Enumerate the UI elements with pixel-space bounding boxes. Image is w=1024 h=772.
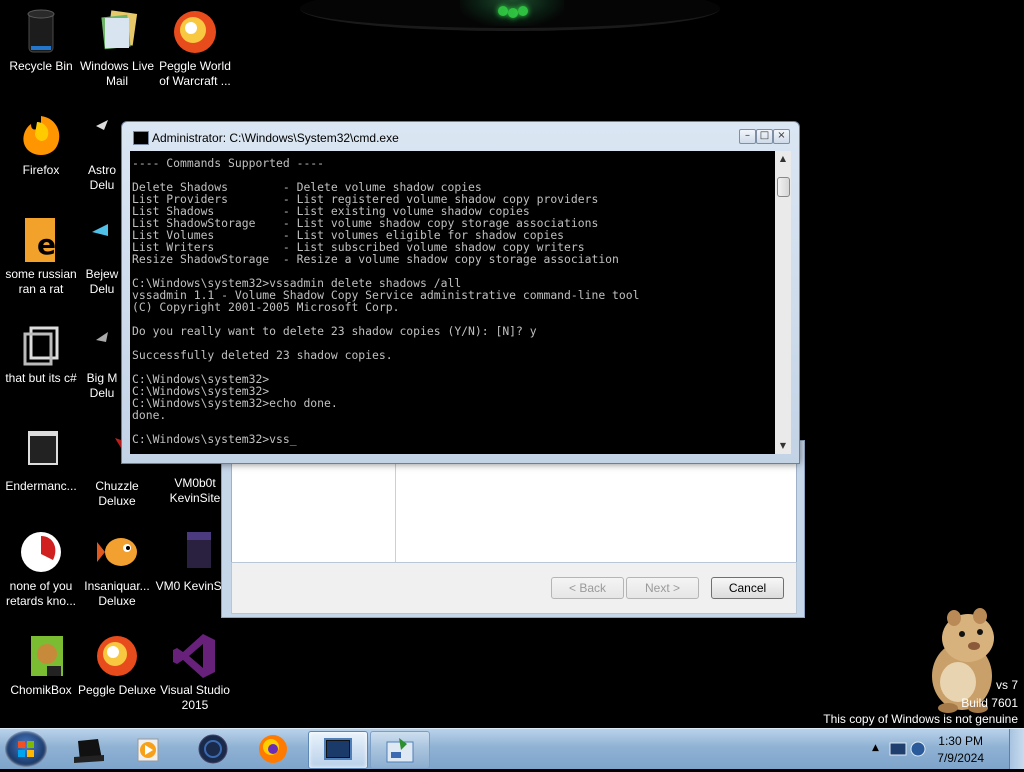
green-light xyxy=(518,6,528,16)
desktop-icon-firefox[interactable]: Firefox xyxy=(0,112,82,178)
gem-icon xyxy=(82,216,122,264)
cmd-icon xyxy=(324,738,352,760)
desktop-icon-label: Recycle Bin xyxy=(9,59,73,73)
desktop-icon-label: some russian ran a rat xyxy=(5,267,77,296)
tray-expand-icon[interactable]: ▲ xyxy=(872,743,879,753)
desktop-icon-endermanc[interactable]: Endermanc... xyxy=(0,428,82,494)
back-button[interactable]: < Back xyxy=(551,577,624,599)
scroll-up-icon[interactable]: ▲ xyxy=(775,151,791,167)
desktop-icon-astro[interactable]: Astro Delu xyxy=(82,112,122,193)
tray-icons[interactable] xyxy=(888,739,928,761)
windows-version-text: vs 7 xyxy=(995,678,1018,692)
vertical-scrollbar[interactable]: ▲ ▼ xyxy=(775,151,791,454)
windows-build-text: Build 7601 xyxy=(961,696,1018,710)
desktop-icon-label: Astro Delu xyxy=(87,163,116,192)
file-icon: e xyxy=(17,216,65,264)
setup-wizard-icon xyxy=(386,738,414,763)
cmd-window[interactable]: Administrator: C:\Windows\System32\cmd.e… xyxy=(121,121,800,464)
maximize-button[interactable]: □ xyxy=(756,129,773,144)
desktop-icon-label: ChomikBox xyxy=(10,683,72,697)
game-icon xyxy=(82,112,122,160)
desktop-icon-label: Chuzzle Deluxe xyxy=(95,479,139,508)
scroll-thumb[interactable] xyxy=(777,177,790,197)
desktop-icon-label: Big M Delu xyxy=(86,371,118,400)
desktop-icon-recycle-bin[interactable]: Recycle Bin xyxy=(0,8,82,74)
clock-date: 7/9/2024 xyxy=(937,751,984,765)
desktop-icon-peggle-deluxe[interactable]: Peggle Deluxe xyxy=(76,632,158,698)
monitor-icon xyxy=(74,739,104,763)
taskbar-item-cmd[interactable] xyxy=(308,731,368,769)
taskbar-item-firefox[interactable] xyxy=(244,731,302,767)
desktop-icon-insaniquarium[interactable]: Insaniquar... Deluxe xyxy=(76,528,158,609)
taskbar-item-recycle[interactable] xyxy=(60,731,118,767)
desktop-icon-windows-live-mail[interactable]: Windows Live Mail xyxy=(76,8,158,89)
hamster-box-icon xyxy=(17,632,65,680)
desktop-icon-label: Firefox xyxy=(22,163,60,177)
clock-time: 1:30 PM xyxy=(938,734,983,748)
mail-icon xyxy=(93,8,141,56)
desktop-icon-label: that but its c# xyxy=(5,371,77,385)
window-title: Administrator: C:\Windows\System32\cmd.e… xyxy=(152,131,399,145)
visual-studio-icon xyxy=(171,632,219,680)
desktop-icon-label: Windows Live Mail xyxy=(79,59,155,88)
desktop-icon-label: Peggle Deluxe xyxy=(77,683,157,697)
desktop-icon-label: Visual Studio 2015 xyxy=(160,683,230,712)
wizard-button-row: < Back Next > Cancel xyxy=(231,562,797,614)
file-icon xyxy=(171,528,219,576)
cancel-button[interactable]: Cancel xyxy=(711,577,784,599)
clock[interactable]: 1:30 PM 7/9/2024 xyxy=(937,733,984,767)
firefox-icon xyxy=(259,735,287,763)
start-button[interactable] xyxy=(5,731,47,767)
system-tray: ▲ 1:30 PM 7/9/2024 xyxy=(864,729,1024,769)
next-button[interactable]: Next > xyxy=(626,577,699,599)
firefox-icon xyxy=(17,112,65,160)
media-player-icon xyxy=(137,738,159,762)
peggle-icon xyxy=(171,8,219,56)
window-icon xyxy=(17,428,65,476)
windows-logo-icon xyxy=(18,741,34,757)
peggle-icon xyxy=(93,632,141,680)
svg-text:e: e xyxy=(37,228,56,261)
desktop-icon-label: Peggle World of Warcraft ... xyxy=(159,59,231,88)
desktop-icon-big-m[interactable]: Big M Delu xyxy=(82,320,122,401)
console-output[interactable]: ---- Commands Supported ---- Delete Shad… xyxy=(130,151,775,454)
desktop-icon-none-of-you[interactable]: none of you retards kno... xyxy=(0,528,82,609)
green-light xyxy=(508,8,518,18)
show-desktop-button[interactable] xyxy=(1009,729,1024,769)
desktop-icon-label: Endermanc... xyxy=(5,479,77,493)
app-icon xyxy=(17,528,65,576)
desktop-icon-that-but-its-c[interactable]: that but its c# xyxy=(0,320,82,386)
taskbar-item-browser[interactable] xyxy=(184,731,242,767)
recycle-bin-icon xyxy=(17,8,65,56)
shortcut-icon xyxy=(17,320,65,368)
desktop-icon-some-russian[interactable]: e some russian ran a rat xyxy=(0,216,82,297)
desktop-icon-bejew[interactable]: Bejew Delu xyxy=(82,216,122,297)
game-icon xyxy=(82,320,122,368)
console-text: ---- Commands Supported ---- Delete Shad… xyxy=(132,156,640,446)
desktop-icon-label: Insaniquar... Deluxe xyxy=(84,579,150,608)
cmd-app-icon xyxy=(133,131,149,145)
green-light xyxy=(498,6,508,16)
desktop-icon-peggle-wow[interactable]: Peggle World of Warcraft ... xyxy=(154,8,236,89)
wizard-window: < Back Next > Cancel xyxy=(221,440,805,618)
taskbar-item-wizard[interactable] xyxy=(370,731,430,769)
desktop-icon-chomikbox[interactable]: ChomikBox xyxy=(0,632,82,698)
desktop-icon-label: none of you retards kno... xyxy=(5,579,77,608)
close-button[interactable]: × xyxy=(773,129,790,144)
desktop-icon-visual-studio[interactable]: Visual Studio 2015 xyxy=(154,632,236,713)
globe-icon xyxy=(198,734,228,764)
taskbar-item-media-player[interactable] xyxy=(118,731,176,767)
taskbar: ▲ 1:30 PM 7/9/2024 xyxy=(0,728,1024,769)
minimize-button[interactable]: – xyxy=(739,129,756,144)
scroll-down-icon[interactable]: ▼ xyxy=(775,438,791,454)
desktop-icon-label: Bejew Delu xyxy=(85,267,119,296)
fish-icon xyxy=(93,528,141,576)
not-genuine-text: This copy of Windows is not genuine xyxy=(823,712,1018,726)
